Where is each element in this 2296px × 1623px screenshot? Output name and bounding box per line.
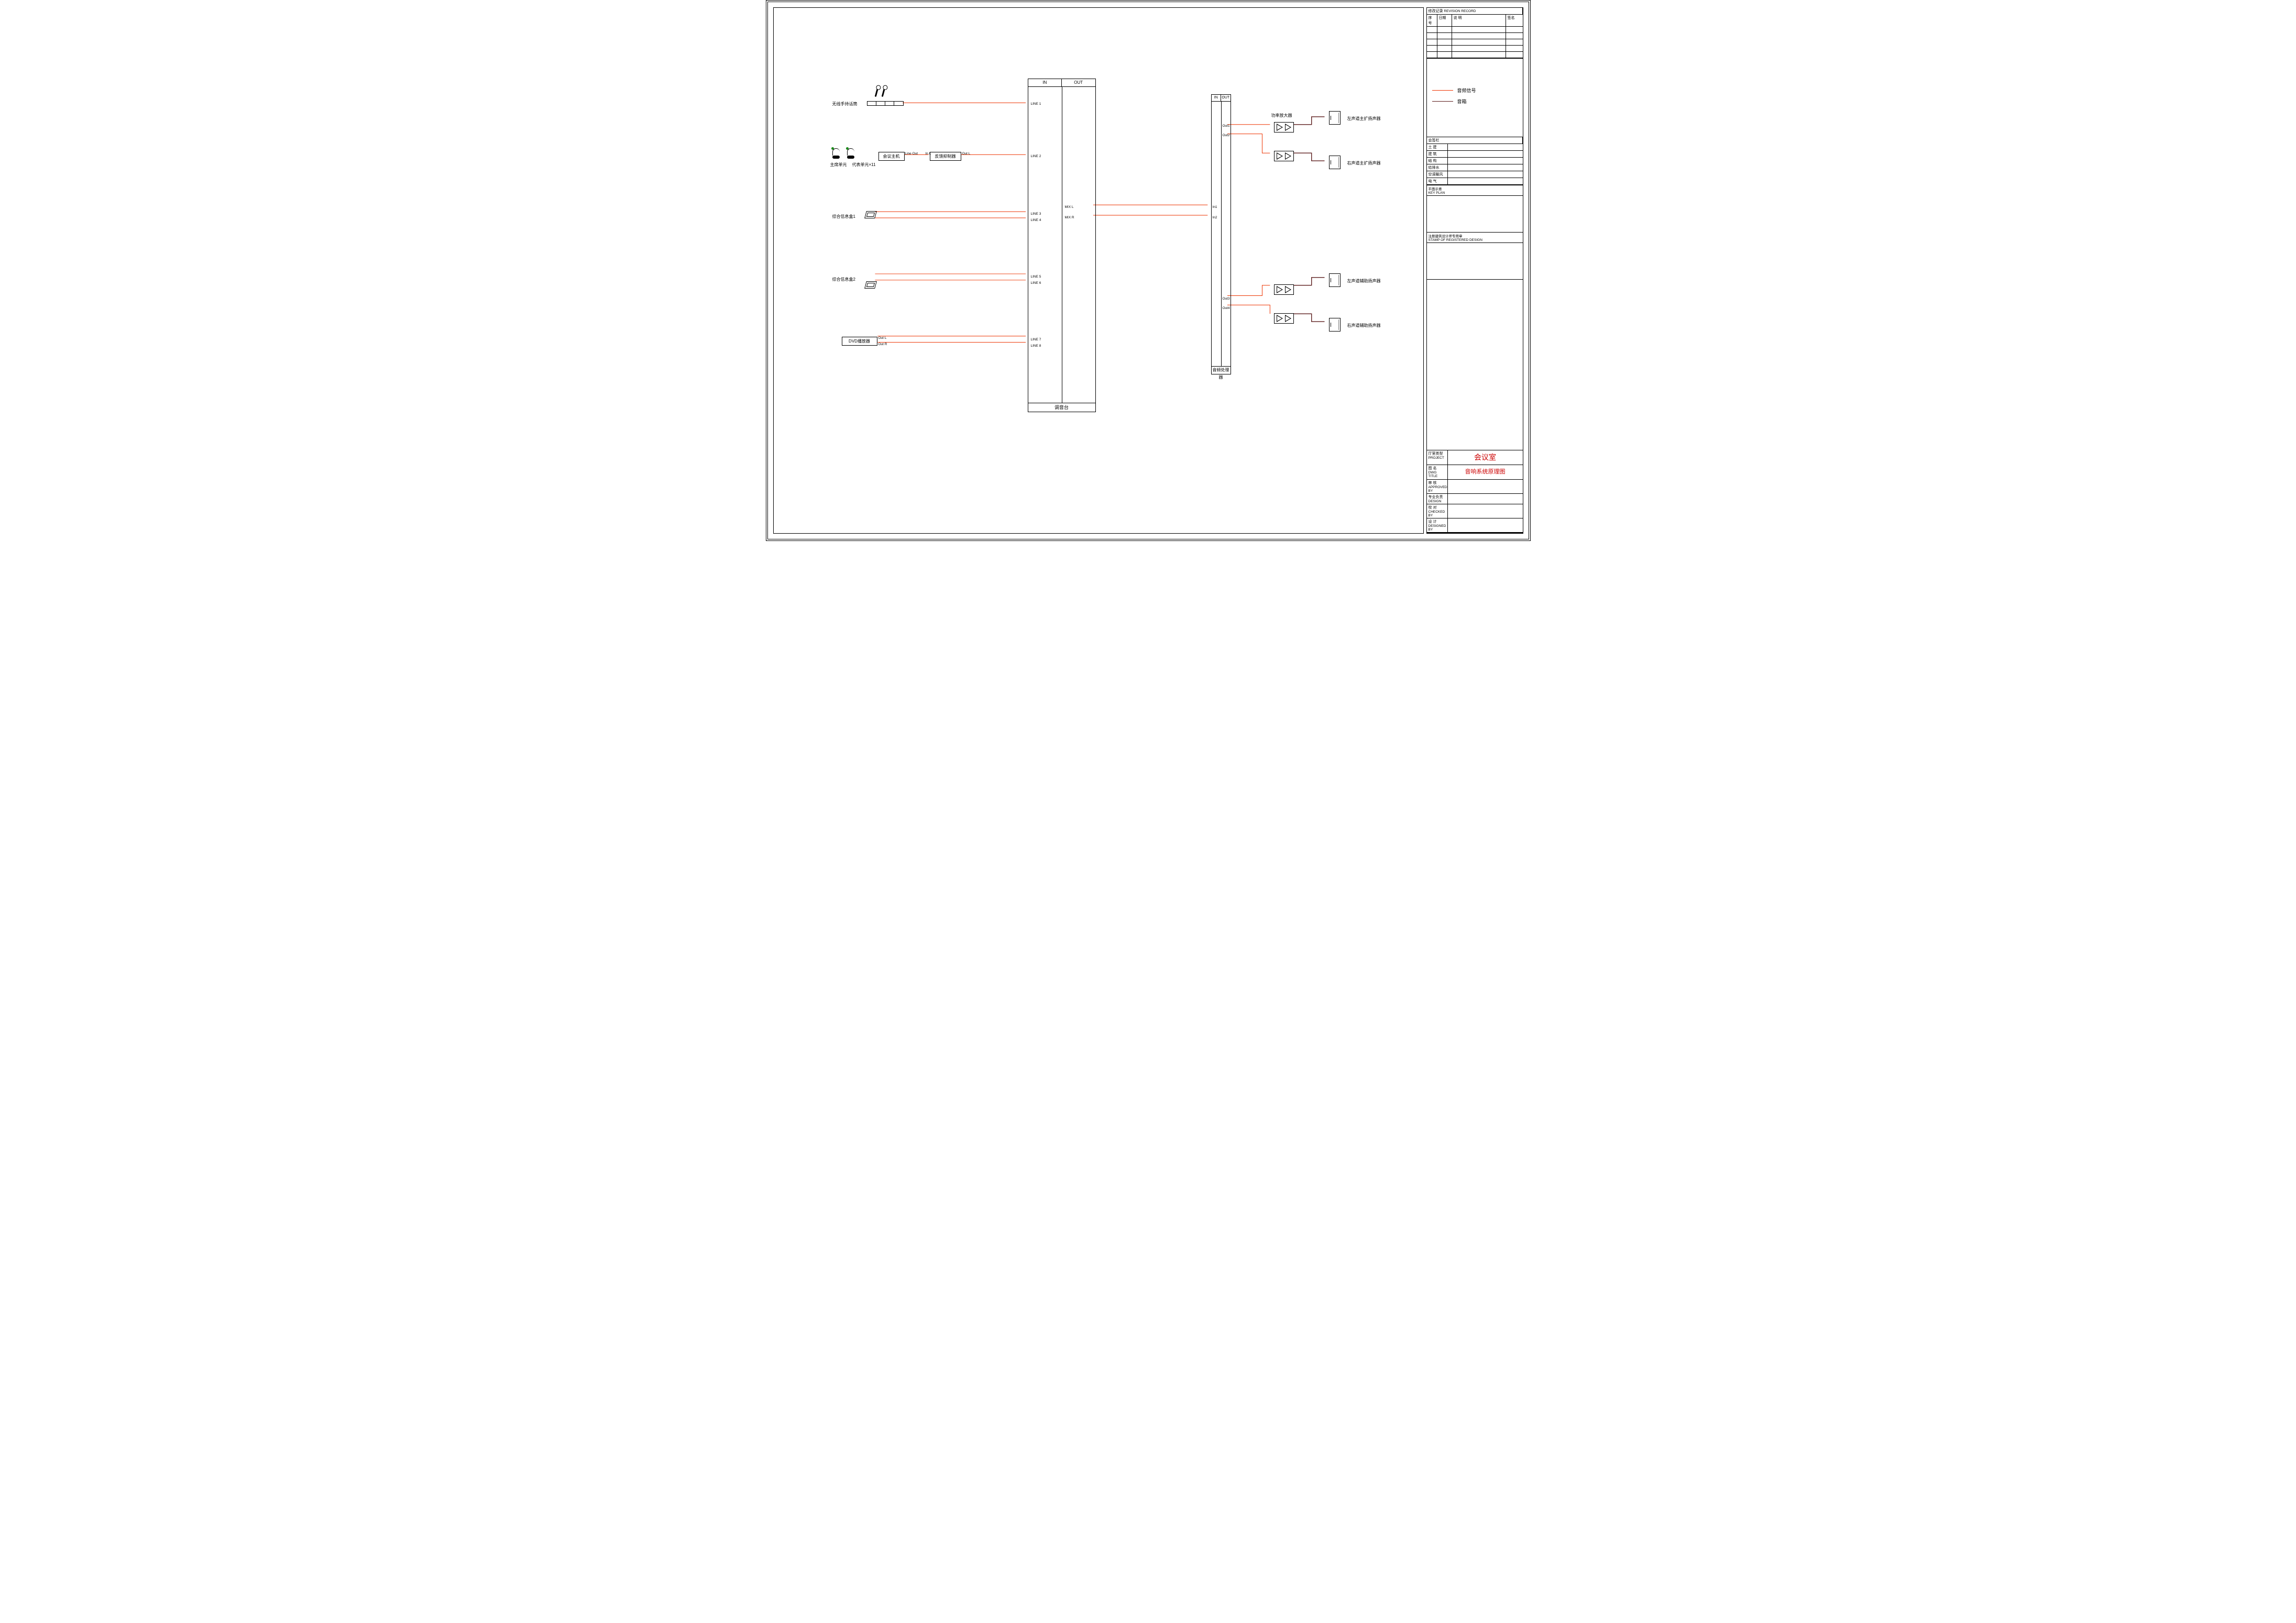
proc-in1: In1	[1213, 205, 1217, 209]
tb-checked: 校 对	[1429, 506, 1437, 510]
sign-row-0: 土 建	[1427, 144, 1448, 151]
tb-major-en: DESIGN	[1429, 500, 1442, 503]
rev-col-date: 日期	[1437, 15, 1452, 27]
speaker-mainL-icon	[1329, 111, 1341, 125]
info1-label: 综合信息盒1	[832, 214, 855, 219]
speaker-auxL-icon	[1329, 273, 1341, 287]
legend-audio: 音频信号	[1427, 85, 1523, 96]
conf-host-port: Line Out	[905, 152, 918, 156]
speaker-mainL-label: 左声道主扩扬声器	[1347, 116, 1381, 122]
mixer-in-header: IN	[1028, 79, 1062, 86]
dvd-outL: Out L	[878, 336, 887, 340]
keyplan-en: KEY PLAN	[1429, 191, 1445, 195]
rev-col-sig: 签名	[1506, 15, 1523, 27]
tb-approved: 审 核	[1429, 481, 1437, 485]
tb-designed: 设 计	[1429, 520, 1437, 524]
rev-col-no: 序号	[1427, 15, 1437, 27]
sign-row-3: 给排水	[1427, 164, 1448, 171]
amp4-icon	[1274, 313, 1294, 324]
proc-out-header: OUT	[1221, 95, 1231, 101]
keyplan-label: 平面示意	[1429, 187, 1442, 191]
speaker-auxR-label: 右声道辅助扬声器	[1347, 323, 1381, 328]
wire-layer	[774, 8, 1423, 533]
mixer-block: INOUT 调音台 LINE 1 LINE 2 LINE 3 LINE 4 LI…	[1028, 79, 1096, 403]
mixer-line3: LINE 3	[1031, 212, 1041, 216]
processor-block: INOUT 音频处理器 In1 In2 Out1 Out2 Out3 Out4	[1211, 94, 1231, 367]
dvd-outR: Out R	[878, 343, 887, 346]
infobox1-icon	[864, 211, 877, 218]
sign-row-1: 建 筑	[1427, 151, 1448, 158]
rev-header-en: REVISION RECORD	[1444, 9, 1476, 13]
legend-speaker: 音箱	[1427, 96, 1523, 107]
proc-in-header: IN	[1212, 95, 1222, 101]
proc-out4: Out4	[1223, 306, 1230, 310]
mixer-line7: LINE 7	[1031, 338, 1041, 341]
project-value: 会议室	[1448, 450, 1523, 465]
drawing-sheet: 无线手持话筒 主席单元 代表单元×11 会议主机 Line Out 反馈抑制器 …	[766, 0, 1531, 541]
amp3-icon	[1274, 284, 1294, 295]
mixer-line6: LINE 6	[1031, 281, 1041, 285]
amp-label: 功率放大器	[1271, 113, 1292, 118]
amp2-icon	[1274, 151, 1294, 161]
feedback-out: Out L	[962, 152, 971, 156]
mixer-line2: LINE 2	[1031, 154, 1041, 158]
mixer-line4: LINE 4	[1031, 218, 1041, 222]
rev-col-desc: 说 明	[1452, 15, 1506, 27]
info2-label: 综合信息盒2	[832, 277, 855, 282]
infobox2-icon	[864, 281, 877, 289]
chairman-label: 主席单元	[830, 162, 847, 168]
title-block: 修改记录 REVISION RECORD 序号 日期 说 明 签名 音频信号 音…	[1426, 7, 1523, 534]
mixer-mixL: MIX L	[1065, 205, 1074, 209]
delegate-label: 代表单元×11	[852, 162, 876, 168]
speaker-auxL-label: 左声道辅助扬声器	[1347, 278, 1381, 284]
sign-row-4: 空调暖风	[1427, 171, 1448, 178]
mixer-mixR: MIX R	[1065, 216, 1074, 219]
dwg-value: 音响系统原理图	[1448, 465, 1523, 480]
proc-title: 音频处理器	[1211, 366, 1231, 374]
project-label: 厅室类型	[1429, 452, 1443, 456]
mixer-line8: LINE 8	[1031, 344, 1041, 348]
drawing-canvas: 无线手持话筒 主席单元 代表单元×11 会议主机 Line Out 反馈抑制器 …	[773, 7, 1424, 534]
dwg-label-en: DWG TITLE	[1429, 471, 1438, 478]
feedback-in: In L	[926, 152, 931, 156]
rev-header: 修改记录	[1429, 9, 1443, 13]
conf-host-box: 会议主机	[878, 152, 905, 161]
mixer-title: 调音台	[1028, 403, 1096, 412]
wireless-mic-label: 无线手持话筒	[832, 101, 858, 107]
gooseneck-mic-icon	[832, 148, 854, 159]
project-label-en: PROJECT	[1429, 456, 1444, 460]
mixer-line5: LINE 5	[1031, 275, 1041, 279]
handheld-mic-icon	[876, 87, 884, 97]
speaker-mainR-label: 右声道主扩扬声器	[1347, 160, 1381, 166]
tb-approved-en: APPROVED BY	[1429, 485, 1447, 493]
receiver-icon	[867, 101, 904, 106]
feedback-box: 反馈抑制器	[930, 152, 961, 161]
proc-in2: In2	[1213, 216, 1217, 219]
proc-out1: Out1	[1223, 124, 1230, 128]
sign-header: 会签栏	[1427, 137, 1523, 144]
speaker-mainR-icon	[1329, 156, 1341, 169]
amp1-icon	[1274, 122, 1294, 133]
proc-out2: Out2	[1223, 134, 1230, 137]
mixer-line1: LINE 1	[1031, 102, 1041, 106]
tb-designed-en: DESIGNED BY	[1429, 524, 1446, 532]
stamp-label: 注册建筑设计师专用章	[1429, 235, 1463, 238]
speaker-auxR-icon	[1329, 318, 1341, 332]
sign-row-5: 电 气	[1427, 178, 1448, 185]
mixer-out-header: OUT	[1062, 79, 1095, 86]
proc-out3: Out3	[1223, 297, 1230, 301]
stamp-en: STAMP OF REGISTERED DESIGN	[1429, 238, 1482, 242]
dwg-label: 图 名	[1429, 467, 1437, 470]
sign-row-2: 结 构	[1427, 158, 1448, 164]
dvd-box: DVD播放器	[842, 337, 877, 346]
tb-major: 专业负责	[1429, 495, 1443, 499]
tb-checked-en: CHECKED BY	[1429, 510, 1445, 517]
